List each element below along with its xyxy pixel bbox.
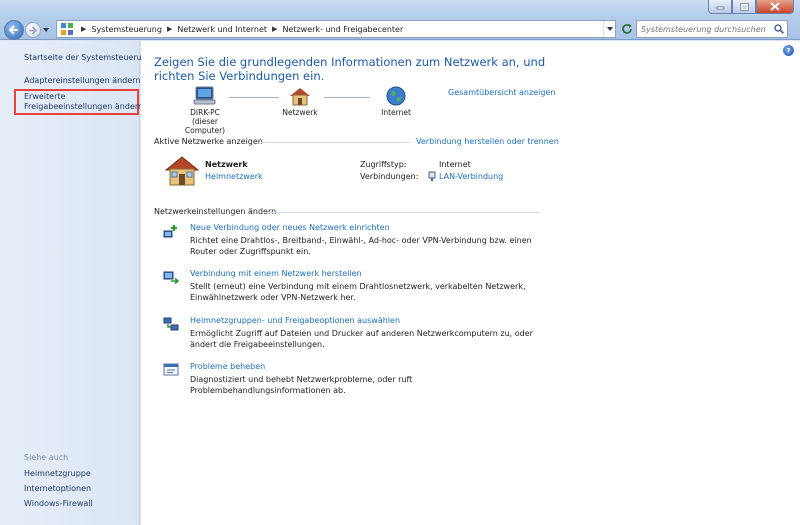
search-icon[interactable] [774,24,784,34]
map-connector [324,97,370,98]
lan-connection-link[interactable]: LAN-Verbindung [439,172,503,181]
lan-adapter-icon [428,171,436,181]
troubleshoot-link[interactable]: Probleme beheben [190,362,265,371]
troubleshoot-icon [163,363,179,376]
address-bar[interactable]: ▶ Systemsteuerung ▶ Netzwerk und Interne… [56,20,616,38]
close-button[interactable] [756,0,794,14]
breadcrumb-network-internet[interactable]: Netzwerk und Internet [177,25,267,34]
sharing-settings-link-line2[interactable]: Freigabeeinstellungen ändern [24,102,143,111]
map-node-computer[interactable]: DIRK-PC (dieser Computer) [180,86,230,135]
refresh-icon [622,24,632,34]
internet-label: Internet [381,108,411,117]
new-connection-icon [163,225,177,238]
maximize-icon [739,2,749,11]
troubleshoot-description: Diagnostiziert und behebt Netzwerkproble… [190,375,413,395]
task-homegroup-options: Heimnetzgruppen- und Freigabeoptionen au… [163,316,543,352]
breadcrumb-separator[interactable]: ▶ [81,25,86,33]
arrow-left-icon [8,25,18,35]
globe-icon [386,86,406,106]
connect-network-link[interactable]: Verbindung mit einem Netzwerk herstellen [190,269,362,278]
settings-header: Netzwerkeinstellungen ändern [154,207,277,216]
map-node-internet[interactable]: Internet [376,86,416,117]
history-dropdown[interactable] [41,28,51,32]
arrow-right-icon [29,25,38,35]
home-network-icon [290,88,310,106]
minimize-icon [716,6,724,9]
adapter-settings-link[interactable]: Adaptereinstellungen ändern [24,76,140,85]
network-label: Netzwerk [282,108,318,117]
access-type-value: Internet [439,160,471,169]
see-also-label: Siehe auch [24,453,69,462]
back-button[interactable] [4,20,24,40]
network-name: Netzwerk [205,160,248,169]
task-connect-network: Verbindung mit einem Netzwerk herstellen… [163,269,543,305]
window-controls [708,0,794,14]
address-dropdown[interactable] [603,21,615,37]
section-divider [263,212,540,213]
access-type-label: Zugriffstyp: [360,160,407,169]
page-title: Zeigen Sie die grundlegenden Information… [154,55,546,83]
see-also-firewall-link[interactable]: Windows-Firewall [24,499,93,508]
navigation-row: ▶ Systemsteuerung ▶ Netzwerk und Interne… [4,19,796,41]
breadcrumb-sharing-center[interactable]: Netzwerk- und Freigabecenter [282,25,403,34]
close-icon [770,2,780,11]
network-type-link[interactable]: Heimnetzwerk [205,172,263,181]
section-divider [261,142,411,143]
task-new-connection: Neue Verbindung oder neues Netzwerk einr… [163,223,543,259]
connect-disconnect-link[interactable]: Verbindung herstellen oder trennen [416,137,559,146]
new-connection-link[interactable]: Neue Verbindung oder neues Netzwerk einr… [190,223,390,232]
help-icon[interactable]: ? [783,45,794,56]
breadcrumb-control-panel[interactable]: Systemsteuerung [91,25,162,34]
search-input[interactable] [641,24,771,34]
maximize-button[interactable] [732,0,756,14]
new-connection-description: Richtet eine Drahtlos-, Breitband-, Einw… [190,236,532,256]
minimize-button[interactable] [708,0,732,14]
connections-label: Verbindungen: [360,172,419,181]
computer-icon [193,86,216,105]
homegroup-icon [163,317,179,331]
computer-name: DIRK-PC [190,108,220,117]
chevron-down-icon [606,27,613,31]
homegroup-options-description: Ermöglicht Zugriff auf Dateien und Druck… [190,329,533,349]
see-also-internet-options-link[interactable]: Internetoptionen [24,484,91,493]
control-panel-icon [61,23,73,35]
chevron-down-icon [43,28,49,32]
breadcrumb-separator[interactable]: ▶ [272,25,277,33]
refresh-button[interactable] [618,20,636,38]
map-connector [229,97,279,98]
map-node-network[interactable]: Netzwerk [280,86,320,117]
home-network-icon [165,156,199,186]
window-titlebar: ▶ Systemsteuerung ▶ Netzwerk und Interne… [0,0,800,40]
connect-network-icon [163,271,179,285]
sharing-settings-link-line1[interactable]: Erweiterte [24,92,65,101]
full-map-link[interactable]: Gesamtübersicht anzeigen [448,88,555,97]
task-troubleshoot: Probleme beheben Diagnostiziert und behe… [163,362,543,395]
search-box [636,20,788,38]
control-panel-home-link[interactable]: Startseite der Systemsteuerung [24,53,152,62]
breadcrumb-separator[interactable]: ▶ [167,25,172,33]
computer-subtitle: (dieser Computer) [184,117,226,135]
navigation-pane: Startseite der Systemsteuerung Adapterei… [0,41,152,525]
active-networks-header: Aktive Netzwerke anzeigen [154,137,263,146]
forward-button[interactable] [25,22,41,38]
see-also-homegroup-link[interactable]: Heimnetzgruppe [24,469,91,478]
main-content: ? Zeigen Sie die grundlegenden Informati… [141,41,800,525]
connect-network-description: Stellt (erneut) eine Verbindung mit eine… [190,282,526,302]
homegroup-options-link[interactable]: Heimnetzgruppen- und Freigabeoptionen au… [190,316,400,325]
